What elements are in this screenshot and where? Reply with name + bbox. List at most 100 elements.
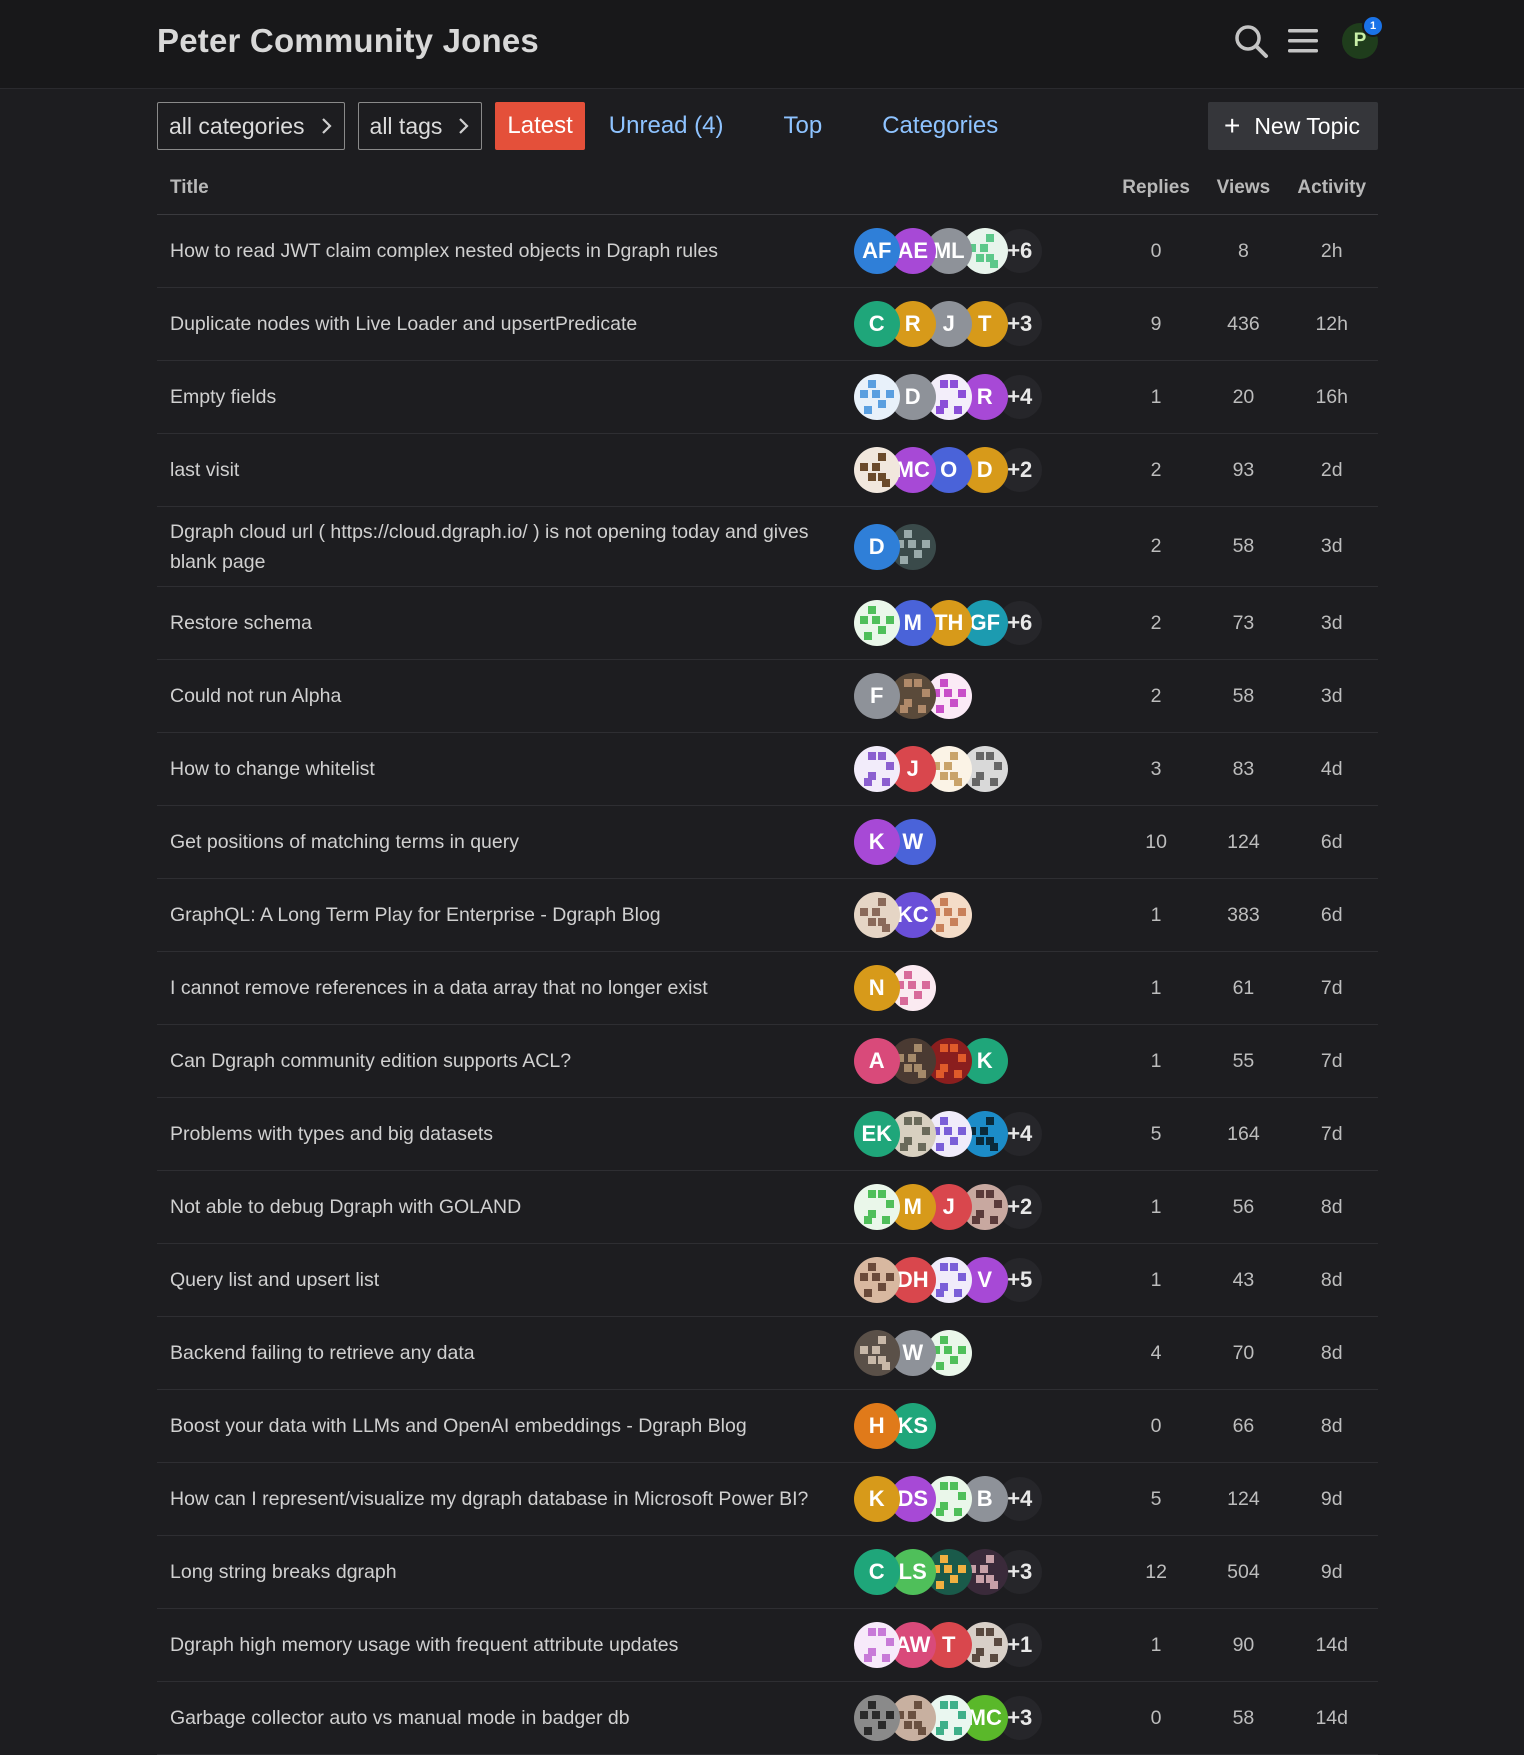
topic-row[interactable]: Get positions of matching terms in query… [157, 805, 1378, 879]
poster-avatar[interactable] [853, 600, 900, 646]
topic-title-link[interactable]: Could not run Alpha [170, 681, 810, 711]
new-topic-button[interactable]: + New Topic [1207, 102, 1378, 150]
column-header-views[interactable]: Views [1201, 162, 1286, 215]
poster-avatar[interactable] [853, 447, 900, 493]
column-header-posters [853, 162, 1111, 215]
topic-title-link[interactable]: Garbage collector auto vs manual mode in… [170, 1703, 810, 1733]
tab-latest[interactable]: Latest [495, 102, 585, 150]
site-title[interactable]: Peter Community Jones [157, 22, 539, 60]
topic-row[interactable]: Restore schema M TH GF +6 2 73 3d [157, 586, 1378, 660]
poster-avatar[interactable] [853, 1622, 900, 1668]
poster-avatar[interactable] [853, 892, 900, 938]
topic-title-link[interactable]: I cannot remove references in a data arr… [170, 973, 810, 1003]
tab-top[interactable]: Top [772, 102, 835, 150]
topic-activity[interactable]: 3d [1285, 586, 1378, 660]
topic-row[interactable]: How to read JWT claim complex nested obj… [157, 214, 1378, 288]
column-header-activity[interactable]: Activity [1285, 162, 1378, 215]
topic-row[interactable]: I cannot remove references in a data arr… [157, 951, 1378, 1025]
poster-avatar[interactable] [853, 1257, 900, 1303]
topic-activity[interactable]: 4d [1285, 732, 1378, 806]
topic-title-link[interactable]: Query list and upsert list [170, 1265, 810, 1295]
poster-avatar[interactable] [853, 1330, 900, 1376]
poster-avatar[interactable]: EK [853, 1111, 900, 1157]
topic-activity[interactable]: 7d [1285, 951, 1378, 1025]
topic-activity[interactable]: 9d [1285, 1462, 1378, 1536]
poster-avatar[interactable]: K [853, 1476, 900, 1522]
topic-row[interactable]: Query list and upsert list DH V +5 1 43 8d [157, 1243, 1378, 1317]
topic-title-link[interactable]: Restore schema [170, 608, 810, 638]
topic-activity[interactable]: 16h [1285, 360, 1378, 434]
column-header-replies[interactable]: Replies [1110, 162, 1202, 215]
tab-unread[interactable]: Unread (4) [597, 102, 736, 150]
search-icon[interactable] [1232, 22, 1270, 60]
topic-activity[interactable]: 9d [1285, 1535, 1378, 1609]
topic-title-link[interactable]: Not able to debug Dgraph with GOLAND [170, 1192, 810, 1222]
categories-dropdown[interactable]: all categories [157, 102, 345, 150]
topic-row[interactable]: Empty fields D R +4 1 20 16h [157, 360, 1378, 434]
poster-avatar[interactable]: F [853, 673, 900, 719]
topic-title-link[interactable]: How can I represent/visualize my dgraph … [170, 1484, 810, 1514]
topic-row[interactable]: Dgraph high memory usage with frequent a… [157, 1608, 1378, 1682]
topic-row[interactable]: Garbage collector auto vs manual mode in… [157, 1681, 1378, 1755]
poster-avatar[interactable]: H [853, 1403, 900, 1449]
topic-row[interactable]: How to change whitelist J 3 83 4d [157, 732, 1378, 806]
topic-row[interactable]: Boost your data with LLMs and OpenAI emb… [157, 1389, 1378, 1463]
topic-activity[interactable]: 6d [1285, 805, 1378, 879]
poster-avatar[interactable] [853, 374, 900, 420]
topic-activity[interactable]: 3d [1285, 659, 1378, 733]
poster-avatar[interactable] [853, 1184, 900, 1230]
topic-activity[interactable]: 8d [1285, 1170, 1378, 1244]
topic-title-link[interactable]: Long string breaks dgraph [170, 1557, 810, 1587]
poster-avatar[interactable]: D [853, 523, 900, 570]
topic-title-link[interactable]: Duplicate nodes with Live Loader and ups… [170, 309, 810, 339]
topic-activity[interactable]: 3d [1285, 506, 1378, 587]
topic-row[interactable]: last visit MC O D +2 2 93 2d [157, 433, 1378, 507]
topic-title-link[interactable]: Empty fields [170, 382, 810, 412]
topic-title-link[interactable]: How to read JWT claim complex nested obj… [170, 236, 810, 266]
topic-title-link[interactable]: Problems with types and big datasets [170, 1119, 810, 1149]
topic-row[interactable]: Can Dgraph community edition supports AC… [157, 1024, 1378, 1098]
topic-title-link[interactable]: last visit [170, 455, 810, 485]
poster-avatar[interactable]: N [853, 965, 900, 1011]
user-avatar[interactable]: P 1 [1342, 15, 1384, 59]
topic-activity[interactable]: 7d [1285, 1024, 1378, 1098]
topic-row[interactable]: Duplicate nodes with Live Loader and ups… [157, 287, 1378, 361]
topic-row[interactable]: Long string breaks dgraph C LS +3 12 504 9d [157, 1535, 1378, 1609]
topic-title-link[interactable]: Get positions of matching terms in query [170, 827, 810, 857]
poster-avatar[interactable]: AF [853, 228, 900, 274]
topic-activity[interactable]: 14d [1285, 1608, 1378, 1682]
topic-activity[interactable]: 7d [1285, 1097, 1378, 1171]
poster-avatar[interactable]: K [853, 819, 900, 865]
topic-row[interactable]: GraphQL: A Long Term Play for Enterprise… [157, 878, 1378, 952]
topic-row[interactable]: Could not run Alpha F 2 58 3d [157, 659, 1378, 733]
tags-dropdown[interactable]: all tags [357, 102, 483, 150]
topic-title-link[interactable]: GraphQL: A Long Term Play for Enterprise… [170, 900, 810, 930]
topic-row[interactable]: How can I represent/visualize my dgraph … [157, 1462, 1378, 1536]
column-header-title[interactable]: Title [157, 162, 854, 215]
topic-row[interactable]: Problems with types and big datasets EK +4… [157, 1097, 1378, 1171]
topic-activity[interactable]: 2h [1285, 214, 1378, 288]
topic-title-link[interactable]: Backend failing to retrieve any data [170, 1338, 810, 1368]
tab-categories[interactable]: Categories [870, 102, 1010, 150]
poster-avatar[interactable]: A [853, 1038, 900, 1084]
poster-avatar[interactable] [853, 746, 900, 792]
topic-activity[interactable]: 8d [1285, 1316, 1378, 1390]
topic-title-link[interactable]: Boost your data with LLMs and OpenAI emb… [170, 1411, 810, 1441]
topic-activity[interactable]: 6d [1285, 878, 1378, 952]
topic-title-link[interactable]: Dgraph cloud url ( https://cloud.dgraph.… [170, 517, 810, 577]
poster-avatar[interactable] [853, 1695, 900, 1741]
topic-activity[interactable]: 8d [1285, 1243, 1378, 1317]
topic-activity[interactable]: 14d [1285, 1681, 1378, 1755]
topic-activity[interactable]: 8d [1285, 1389, 1378, 1463]
topic-title-link[interactable]: Dgraph high memory usage with frequent a… [170, 1630, 810, 1660]
topic-activity[interactable]: 12h [1285, 287, 1378, 361]
topic-row[interactable]: Backend failing to retrieve any data W 4 70… [157, 1316, 1378, 1390]
hamburger-menu-icon[interactable] [1284, 22, 1322, 60]
topic-title-link[interactable]: How to change whitelist [170, 754, 810, 784]
topic-row[interactable]: Dgraph cloud url ( https://cloud.dgraph.… [157, 506, 1378, 587]
poster-avatar[interactable]: C [853, 301, 900, 347]
topic-activity[interactable]: 2d [1285, 433, 1378, 507]
topic-row[interactable]: Not able to debug Dgraph with GOLAND M J +2… [157, 1170, 1378, 1244]
poster-avatar[interactable]: C [853, 1549, 900, 1595]
topic-title-link[interactable]: Can Dgraph community edition supports AC… [170, 1046, 810, 1076]
